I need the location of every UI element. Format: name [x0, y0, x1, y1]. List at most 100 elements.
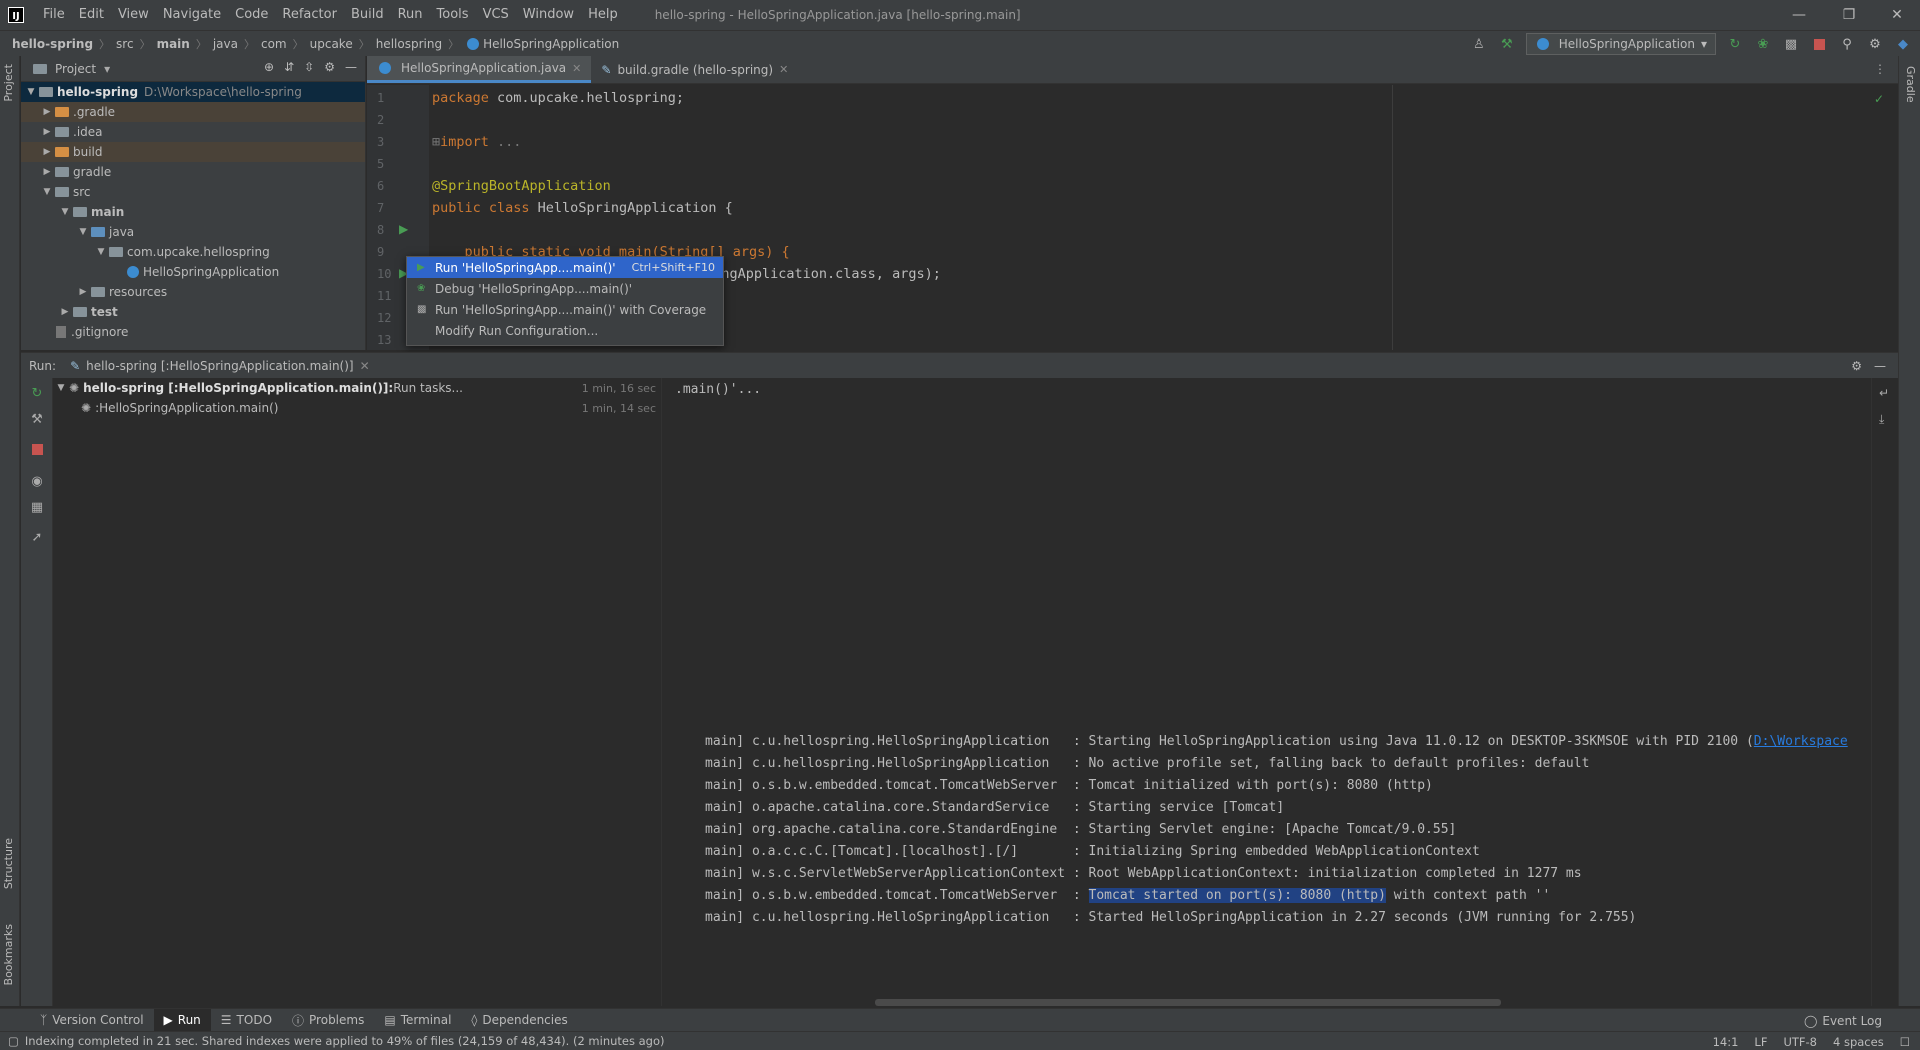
horizontal-scrollbar[interactable]	[875, 999, 1501, 1006]
breadcrumb-src[interactable]: src	[116, 37, 134, 51]
tree-item-main-class[interactable]: HelloSpringApplication	[21, 262, 365, 282]
menu-code[interactable]: Code	[228, 0, 275, 30]
menu-run[interactable]: Run	[391, 0, 430, 30]
user-icon[interactable]: ♙	[1470, 35, 1488, 53]
more-options-icon[interactable]: ⋮	[1874, 62, 1886, 76]
scroll-to-end-icon[interactable]: ⤓	[1879, 412, 1884, 427]
collapse-all-icon[interactable]: ⇳	[304, 60, 314, 74]
status-message[interactable]: Indexing completed in 21 sec. Shared ind…	[25, 1034, 665, 1048]
close-icon[interactable]: ✕	[572, 62, 581, 75]
gear-icon[interactable]: ⚙	[324, 60, 335, 74]
project-panel-title[interactable]: Project	[55, 62, 96, 76]
rerun-icon[interactable]: ↻	[1726, 35, 1744, 53]
gradle-tool-tab[interactable]: Gradle	[1904, 66, 1917, 103]
tool-terminal[interactable]: ▤ Terminal	[374, 1009, 461, 1032]
debug-icon[interactable]: ❀	[1754, 35, 1772, 53]
restore-icon[interactable]: ❐	[1826, 0, 1872, 30]
tree-item-main[interactable]: ▼ main	[21, 202, 365, 222]
gear-icon[interactable]: ⚙	[1851, 359, 1862, 373]
rerun-icon[interactable]: ↻	[29, 386, 45, 402]
popup-run-coverage[interactable]: ▩ Run 'HelloSpringApp....main()' with Co…	[407, 299, 723, 320]
menu-refactor[interactable]: Refactor	[275, 0, 344, 30]
coverage-icon[interactable]: ▩	[1782, 35, 1800, 53]
menu-tools[interactable]: Tools	[430, 0, 476, 30]
indent-setting[interactable]: 4 spaces	[1833, 1035, 1884, 1049]
breadcrumb-project[interactable]: hello-spring	[12, 37, 93, 51]
popup-debug-main[interactable]: ❀ Debug 'HelloSpringApp....main()'	[407, 278, 723, 299]
expand-all-icon[interactable]: ⇵	[284, 60, 294, 74]
tool-event-log[interactable]: ◯ Event Log	[1794, 1009, 1892, 1032]
tool-dependencies[interactable]: ◊ Dependencies	[461, 1009, 577, 1032]
tree-item-package[interactable]: ▼ com.upcake.hellospring	[21, 242, 365, 262]
menu-navigate[interactable]: Navigate	[156, 0, 228, 30]
minimize-icon[interactable]: —	[1776, 0, 1822, 30]
menu-help[interactable]: Help	[581, 0, 625, 30]
tree-item-project-root[interactable]: ▼ hello-spring D:\Workspace\hello-spring	[21, 82, 365, 102]
breadcrumb-java[interactable]: java	[213, 37, 238, 51]
breadcrumb-upcake[interactable]: upcake	[310, 37, 353, 51]
soft-wrap-icon[interactable]: ↵	[1879, 386, 1889, 400]
tree-item-resources[interactable]: ▶ resources	[21, 282, 365, 302]
build-hammer-icon[interactable]: ⚒	[1498, 35, 1516, 53]
inspection-ok-icon[interactable]: ✓	[1874, 92, 1884, 106]
run-tab-hello-spring[interactable]: ✎ hello-spring [:HelloSpringApplication.…	[70, 359, 370, 373]
menu-window[interactable]: Window	[516, 0, 581, 30]
stop-icon[interactable]	[29, 444, 45, 460]
popup-run-main[interactable]: ▶ Run 'HelloSpringApp....main()' Ctrl+Sh…	[407, 257, 723, 278]
breadcrumb-main[interactable]: main	[157, 37, 190, 51]
status-panel-icon[interactable]: ▢	[8, 1034, 19, 1048]
tool-todo[interactable]: ☰ TODO	[211, 1009, 282, 1032]
menu-view[interactable]: View	[111, 0, 156, 30]
pin-icon[interactable]: ➚	[29, 530, 45, 546]
tree-item-gitignore[interactable]: .gitignore	[21, 322, 365, 342]
file-encoding[interactable]: UTF-8	[1783, 1035, 1817, 1049]
tool-version-control[interactable]: ᛉ Version Control	[30, 1009, 154, 1032]
line-number: 7	[377, 201, 385, 215]
run-task-row[interactable]: ▼ ✺ hello-spring [:HelloSpringApplicatio…	[53, 378, 662, 398]
lock-icon[interactable]: ☐	[1900, 1035, 1910, 1049]
caret-position[interactable]: 14:1	[1713, 1035, 1739, 1049]
hide-icon[interactable]: —	[1874, 359, 1886, 373]
structure-tool-tab[interactable]: Structure	[2, 838, 15, 889]
eye-icon[interactable]: ◉	[29, 474, 45, 490]
tree-item-test[interactable]: ▶ test	[21, 302, 365, 322]
hide-icon[interactable]: —	[345, 60, 357, 74]
breadcrumb-class[interactable]: HelloSpringApplication	[483, 37, 619, 51]
run-configuration-select[interactable]: HelloSpringApplication ▾	[1525, 33, 1716, 55]
bookmarks-tool-tab[interactable]: Bookmarks	[2, 924, 15, 985]
tree-item-gradle[interactable]: ▶ gradle	[21, 162, 365, 182]
menu-vcs[interactable]: VCS	[476, 0, 516, 30]
popup-modify-config[interactable]: Modify Run Configuration...	[407, 320, 723, 341]
console-output[interactable]: .main()'... main] c.u.hellospring.HelloS…	[663, 378, 1871, 1006]
console-link[interactable]: D:\Workspace	[1754, 734, 1848, 749]
menu-edit[interactable]: Edit	[72, 0, 111, 30]
close-icon[interactable]: ✕	[1874, 0, 1920, 30]
locate-icon[interactable]: ⊕	[264, 60, 274, 74]
tree-item-idea[interactable]: ▶ .idea	[21, 122, 365, 142]
menu-file[interactable]: File	[36, 0, 72, 30]
plugin-icon[interactable]: ◆	[1894, 35, 1912, 53]
chevron-down-icon[interactable]: ▾	[104, 62, 110, 76]
gear-icon[interactable]: ⚙	[1866, 35, 1884, 53]
layout-icon[interactable]: ▦	[29, 500, 45, 516]
run-gutter-icon[interactable]: ▶	[399, 222, 408, 236]
tab-build-gradle[interactable]: ✎ build.gradle (hello-spring) ✕	[591, 56, 798, 83]
tab-hellospringapplication[interactable]: HelloSpringApplication.java ✕	[367, 56, 592, 83]
run-task-row[interactable]: ✺ :HelloSpringApplication.main() 1 min, …	[53, 398, 662, 418]
close-icon[interactable]: ✕	[360, 359, 370, 373]
close-icon[interactable]: ✕	[779, 63, 788, 76]
tree-item-build[interactable]: ▶ build	[21, 142, 365, 162]
tree-item-java[interactable]: ▼ java	[21, 222, 365, 242]
breadcrumb-hellospring[interactable]: hellospring	[376, 37, 442, 51]
tree-item-src[interactable]: ▼ src	[21, 182, 365, 202]
tree-item-gradle-cache[interactable]: ▶ .gradle	[21, 102, 365, 122]
line-separator[interactable]: LF	[1754, 1035, 1767, 1049]
tool-problems[interactable]: ⓘ Problems	[282, 1009, 374, 1032]
stop-icon[interactable]	[1810, 35, 1828, 53]
project-tool-tab[interactable]: Project	[2, 64, 15, 102]
tool-run[interactable]: ▶ Run	[153, 1008, 211, 1032]
breadcrumb-com[interactable]: com	[261, 37, 287, 51]
search-icon[interactable]: ⚲	[1838, 35, 1856, 53]
wrench-icon[interactable]: ⚒	[29, 412, 45, 428]
menu-build[interactable]: Build	[344, 0, 391, 30]
